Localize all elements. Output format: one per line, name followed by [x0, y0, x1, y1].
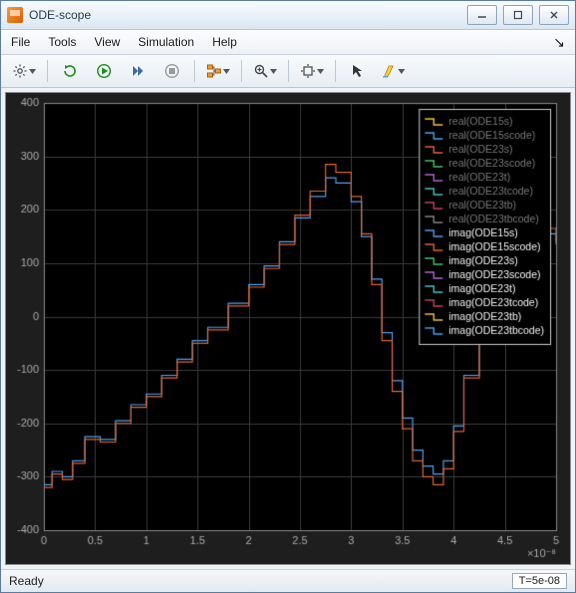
separator: [194, 60, 195, 82]
step-forward-button[interactable]: [124, 59, 152, 83]
separator: [335, 60, 336, 82]
status-time: T=5e-08: [512, 573, 567, 589]
menu-simulation[interactable]: Simulation: [138, 35, 194, 49]
settings-button[interactable]: [9, 59, 39, 83]
signal-selector-button[interactable]: [203, 59, 233, 83]
status-text: Ready: [9, 574, 44, 588]
chart-canvas: [6, 93, 570, 564]
plot-area[interactable]: [5, 92, 571, 565]
scope-window: ODE-scope File Tools View Simulation Hel…: [0, 0, 576, 593]
menu-tools[interactable]: Tools: [48, 35, 76, 49]
menu-help[interactable]: Help: [212, 35, 237, 49]
cursor-measurements-button[interactable]: [344, 59, 372, 83]
autoscale-button[interactable]: [297, 59, 327, 83]
titlebar: ODE-scope: [1, 1, 575, 30]
menu-view[interactable]: View: [94, 35, 120, 49]
app-icon: [7, 7, 23, 23]
minimize-button[interactable]: [467, 5, 497, 25]
menu-items: File Tools View Simulation Help: [11, 35, 237, 49]
titlebar-left: ODE-scope: [7, 7, 91, 23]
maximize-button[interactable]: [503, 5, 533, 25]
toolbar: [1, 55, 575, 88]
pin-icon[interactable]: ↘: [553, 34, 565, 51]
separator: [47, 60, 48, 82]
menubar: File Tools View Simulation Help ↘: [1, 30, 575, 55]
separator: [288, 60, 289, 82]
statusbar: Ready T=5e-08: [1, 569, 575, 592]
menu-file[interactable]: File: [11, 35, 30, 49]
highlight-button[interactable]: [378, 59, 408, 83]
restart-button[interactable]: [56, 59, 84, 83]
zoom-button[interactable]: [250, 59, 280, 83]
run-button[interactable]: [90, 59, 118, 83]
stop-button[interactable]: [158, 59, 186, 83]
window-buttons: [467, 5, 569, 25]
close-button[interactable]: [539, 5, 569, 25]
separator: [241, 60, 242, 82]
window-title: ODE-scope: [29, 8, 91, 22]
